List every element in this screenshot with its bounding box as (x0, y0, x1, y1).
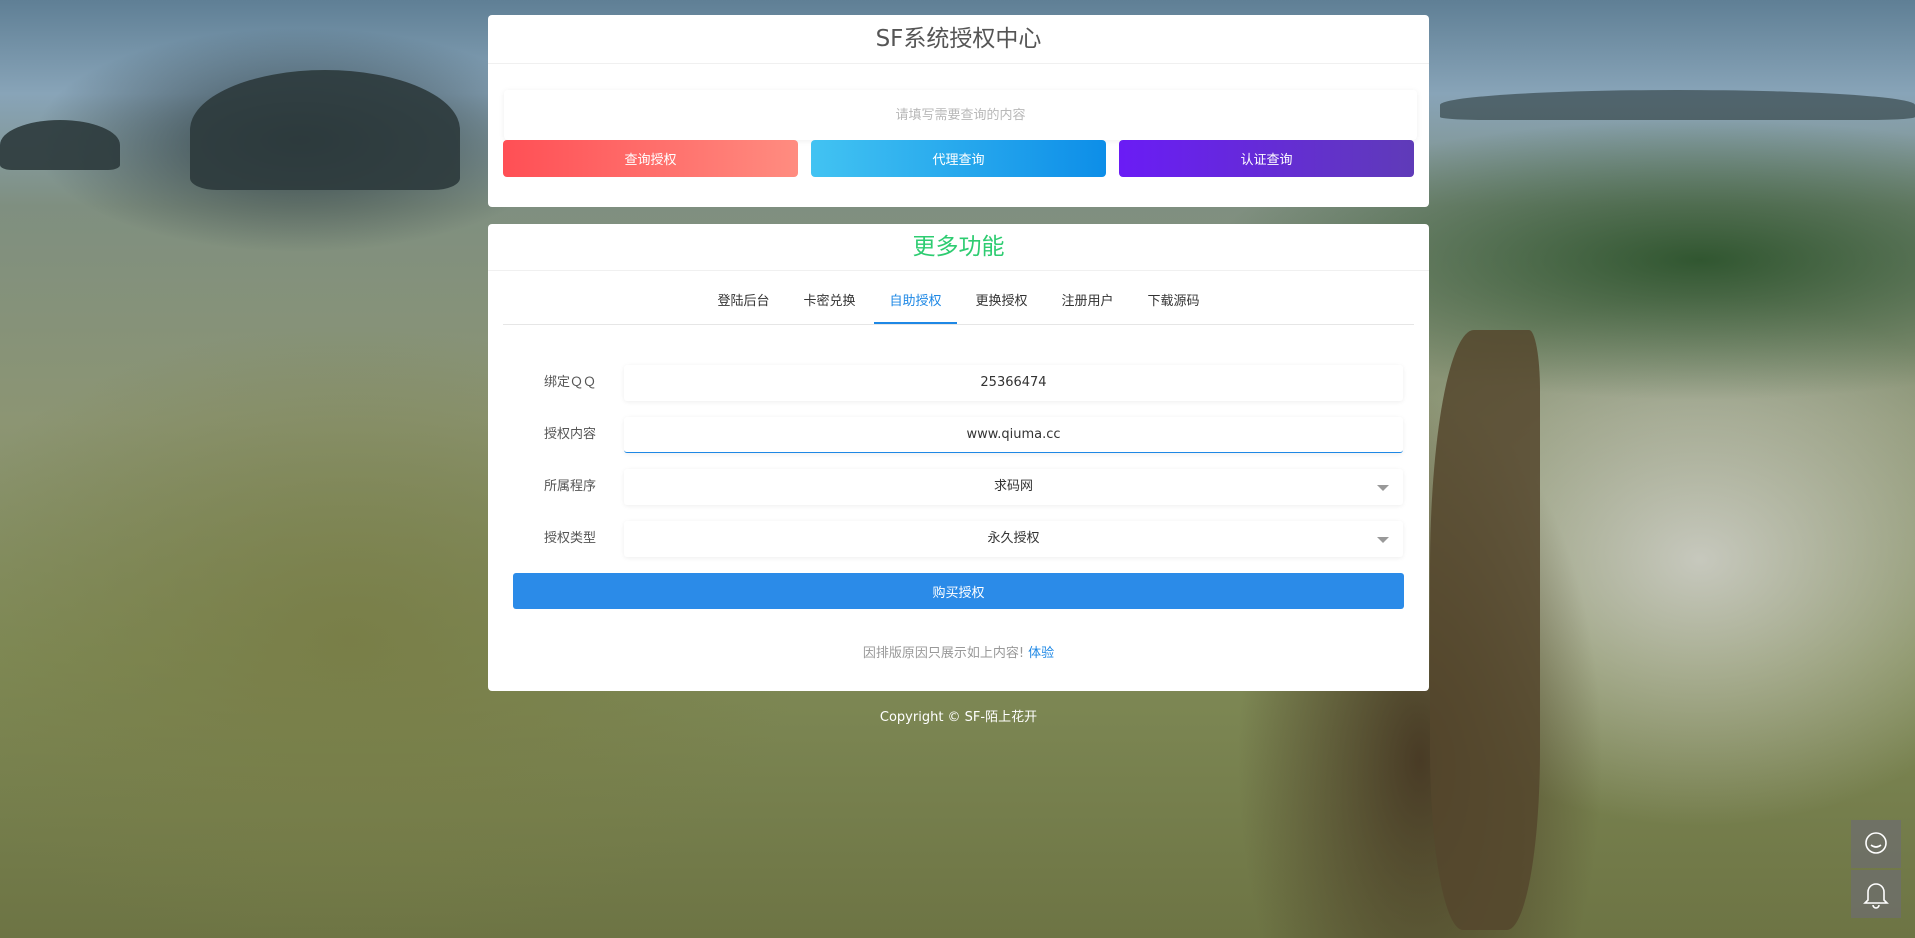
program-select-value: 求码网 (993, 479, 1033, 494)
buy-auth-button[interactable]: 购买授权 (513, 573, 1404, 609)
chat-button[interactable] (1851, 820, 1901, 868)
tab-download-source[interactable]: 下载源码 (1133, 280, 1215, 324)
tab-change-auth[interactable]: 更换授权 (961, 280, 1043, 324)
query-auth-button[interactable]: 查询授权 (503, 140, 798, 177)
query-card: SF系统授权中心 查询授权 代理查询 认证查询 (488, 15, 1429, 207)
chevron-down-icon (1377, 485, 1389, 491)
function-tabs: 登陆后台 卡密兑换 自助授权 更换授权 注册用户 下载源码 (503, 280, 1414, 325)
experience-link[interactable]: 体验 (1028, 646, 1054, 661)
qq-label: 绑定ＱＱ (543, 375, 596, 390)
chevron-down-icon (1377, 537, 1389, 543)
search-input[interactable] (504, 90, 1417, 140)
notification-button[interactable] (1851, 870, 1901, 918)
auth-content-field[interactable]: www.qiuma.cc (624, 417, 1403, 453)
agent-query-button[interactable]: 代理查询 (811, 140, 1106, 177)
query-button-row: 查询授权 代理查询 认证查询 (503, 140, 1414, 177)
program-label: 所属程序 (543, 479, 596, 494)
qq-field[interactable]: 25366474 (624, 365, 1403, 401)
auth-type-select[interactable]: 永久授权 (624, 521, 1403, 557)
layout-note: 因排版原因只展示如上内容! 体验 (488, 642, 1429, 661)
more-functions-title: 更多功能 (488, 224, 1429, 271)
content-label: 授权内容 (543, 427, 596, 442)
copyright-text: Copyright © SF-陌上花开 (879, 710, 1038, 725)
bell-icon (1863, 883, 1889, 909)
tab-self-auth[interactable]: 自助授权 (874, 280, 957, 324)
type-label: 授权类型 (543, 531, 596, 546)
background-island (0, 120, 120, 170)
tab-login-admin[interactable]: 登陆后台 (702, 280, 784, 324)
background-island (190, 70, 460, 190)
auth-type-select-value: 永久授权 (987, 531, 1040, 546)
program-select[interactable]: 求码网 (624, 469, 1403, 505)
type-row: 授权类型 永久授权 (488, 521, 1429, 557)
verify-query-button[interactable]: 认证查询 (1119, 140, 1414, 177)
tab-register-user[interactable]: 注册用户 (1047, 280, 1129, 324)
chat-bubble-icon (1865, 832, 1887, 854)
content-row: 授权内容 www.qiuma.cc (488, 417, 1429, 453)
background-hills (1440, 90, 1915, 120)
page-title: SF系统授权中心 (488, 15, 1429, 64)
more-functions-card: 更多功能 登陆后台 卡密兑换 自助授权 更换授权 注册用户 下载源码 绑定ＱＱ … (488, 224, 1429, 691)
layout-note-text: 因排版原因只展示如上内容! (862, 646, 1025, 661)
qq-row: 绑定ＱＱ 25366474 (488, 365, 1429, 401)
background-cliff (1430, 330, 1540, 930)
tab-card-redeem[interactable]: 卡密兑换 (788, 280, 870, 324)
program-row: 所属程序 求码网 (488, 469, 1429, 505)
